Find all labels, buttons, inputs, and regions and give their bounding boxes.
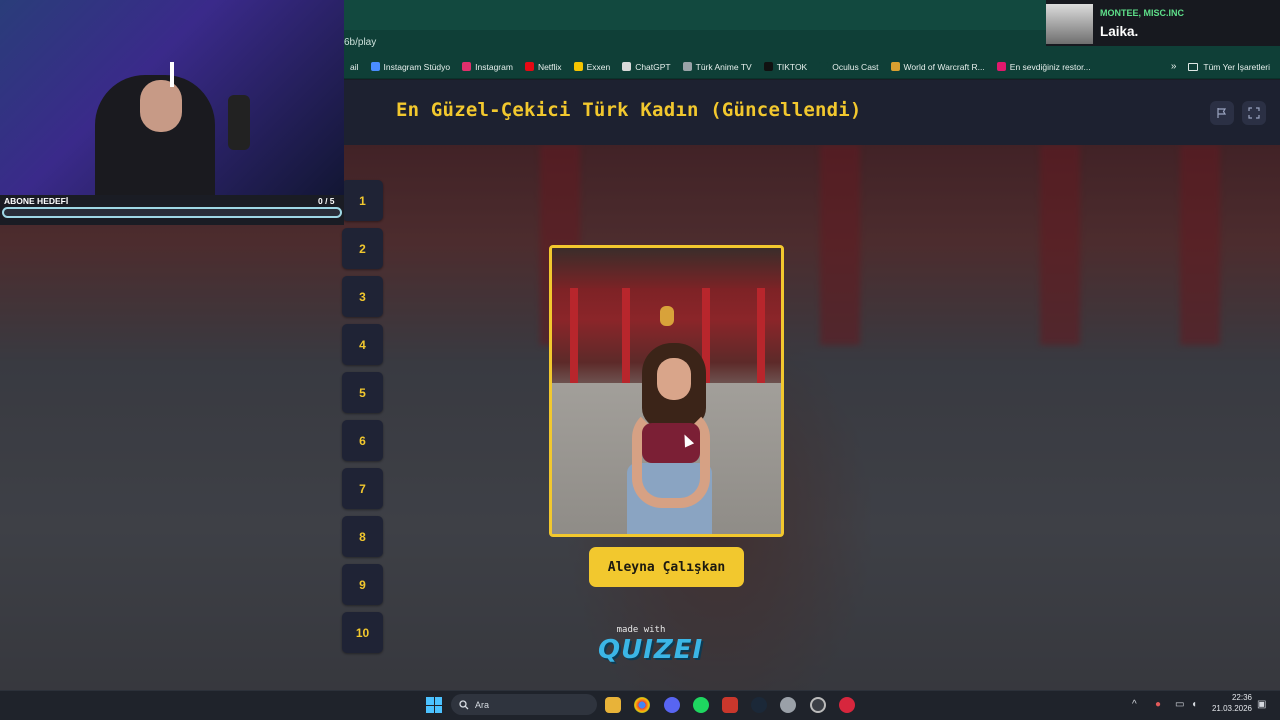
bookmark-label: Türk Anime TV — [695, 61, 752, 72]
tray-overflow-icon[interactable]: ^ — [1132, 699, 1137, 710]
anime-icon — [682, 62, 692, 71]
candidate-name-button[interactable]: Aleyna Çalışkan — [589, 547, 744, 587]
meta-icon — [370, 62, 380, 71]
screen: 6b/play ail Instagram Stüdyo Instagram Netf… — [0, 0, 1280, 720]
netflix-icon — [524, 62, 534, 71]
bookmark-10[interactable]: En sevdiğiniz restor... — [991, 62, 1097, 72]
notification-icon[interactable]: ▣ — [1257, 699, 1266, 710]
search-placeholder: Ara — [475, 699, 490, 710]
clock-time: 22:36 — [1231, 693, 1252, 702]
now-playing-track: Laika. — [1100, 24, 1139, 39]
microphone-icon[interactable]: ● — [1155, 699, 1161, 710]
bookmark-label: World of Warcraft R... — [903, 61, 985, 72]
bookmark-label: Oculus Cast — [832, 61, 879, 72]
bookmarks-more-button[interactable]: » — [1159, 61, 1189, 72]
yemeksepeti-icon — [996, 62, 1006, 71]
goal-label: ABONE HEDEFİ — [4, 196, 69, 206]
rank-slot-3[interactable]: 3 — [342, 276, 383, 317]
chrome-icon[interactable] — [634, 697, 650, 713]
bookmark-label: Instagram — [475, 61, 513, 72]
report-button[interactable] — [1210, 101, 1234, 125]
webcam-overlay — [0, 0, 344, 195]
bookmark-0[interactable]: ail — [344, 62, 365, 72]
quiz-title: En Güzel-Çekici Türk Kadın (Güncellendi) — [396, 99, 862, 121]
bookmark-label: Instagram Stüdyo — [383, 61, 451, 72]
tiktok-icon — [763, 62, 773, 71]
bookmark-label: Exxen — [586, 61, 611, 72]
bookmark-label: ChatGPT — [635, 61, 671, 72]
recording-icon[interactable] — [839, 697, 855, 713]
bookmark-5[interactable]: ChatGPT — [616, 62, 676, 72]
rank-slot-6[interactable]: 6 — [342, 420, 383, 461]
address-text: 6b/play — [344, 37, 377, 48]
bookmark-3[interactable]: Netflix — [519, 62, 568, 72]
bookmark-label: ail — [350, 61, 359, 72]
rank-slot-10[interactable]: 10 — [342, 612, 383, 653]
rank-slot-8[interactable]: 8 — [342, 516, 383, 557]
search-icon — [459, 699, 469, 709]
bookmark-label: En sevdiğiniz restor... — [1009, 61, 1091, 72]
rank-slot-1[interactable]: 1 — [342, 180, 383, 221]
flag-icon — [1217, 108, 1227, 118]
bookmark-1[interactable]: Instagram Stüdyo — [365, 62, 457, 72]
oculus-icon — [819, 62, 829, 71]
bookmark-label: Netflix — [537, 61, 562, 72]
taskbar-search[interactable]: Ara — [451, 694, 597, 715]
bookmark-9[interactable]: World of Warcraft R... — [885, 62, 991, 72]
bookmark-4[interactable]: Exxen — [568, 62, 617, 72]
all-bookmarks-button[interactable]: Tüm Yer İşaretleri — [1188, 62, 1280, 72]
bookmark-2[interactable]: Instagram — [456, 62, 519, 72]
rank-slot-2[interactable]: 2 — [342, 228, 383, 269]
discord-icon[interactable] — [664, 697, 680, 713]
goal-progress-bar — [2, 207, 342, 218]
volume-icon[interactable]: ◖ — [1191, 699, 1197, 710]
obs-icon[interactable] — [810, 697, 826, 713]
network-icon[interactable]: ▭ — [1175, 699, 1184, 710]
folder-icon — [1188, 62, 1199, 71]
rank-slot-4[interactable]: 4 — [342, 324, 383, 365]
fullscreen-button[interactable] — [1242, 101, 1266, 125]
bookmark-7[interactable]: TIKTOK — [758, 62, 814, 72]
quizei-logo[interactable]: QUIZEI — [598, 635, 703, 665]
settings-icon[interactable] — [780, 697, 796, 713]
bookmark-6[interactable]: Türk Anime TV — [677, 62, 758, 72]
made-with-text: made with — [616, 625, 666, 635]
wow-icon — [890, 62, 900, 71]
album-art — [1046, 4, 1093, 44]
steam-icon[interactable] — [751, 697, 767, 713]
bookmarks-bar: ail Instagram Stüdyo Instagram Netflix Exxen… — [344, 55, 1280, 79]
clock-date: 21.03.2026 — [1211, 704, 1252, 713]
spotify-icon[interactable] — [693, 697, 709, 713]
rank-slot-5[interactable]: 5 — [342, 372, 383, 413]
candidate-photo — [549, 245, 784, 537]
bookmark-8[interactable]: Oculus Cast — [813, 62, 884, 72]
start-button-icon[interactable] — [426, 697, 442, 713]
goal-count: 0 / 5 — [318, 196, 335, 206]
file-explorer-icon[interactable] — [605, 697, 621, 713]
now-playing-artist: MONTEE, MISC.INC — [1100, 8, 1185, 18]
instagram-icon — [462, 62, 472, 71]
chatgpt-icon — [622, 62, 632, 71]
exxen-icon — [573, 62, 583, 71]
rank-slot-9[interactable]: 9 — [342, 564, 383, 605]
app-icon[interactable] — [722, 697, 738, 713]
rank-slot-7[interactable]: 7 — [342, 468, 383, 509]
fullscreen-icon — [1248, 107, 1260, 119]
system-clock[interactable]: 22:36 21.03.2026 — [1206, 692, 1252, 714]
bookmark-label: TIKTOK — [776, 61, 808, 72]
quiz-header: En Güzel-Çekici Türk Kadın (Güncellendi) — [344, 80, 1280, 145]
all-bookmarks-label: Tüm Yer İşaretleri — [1203, 61, 1270, 72]
